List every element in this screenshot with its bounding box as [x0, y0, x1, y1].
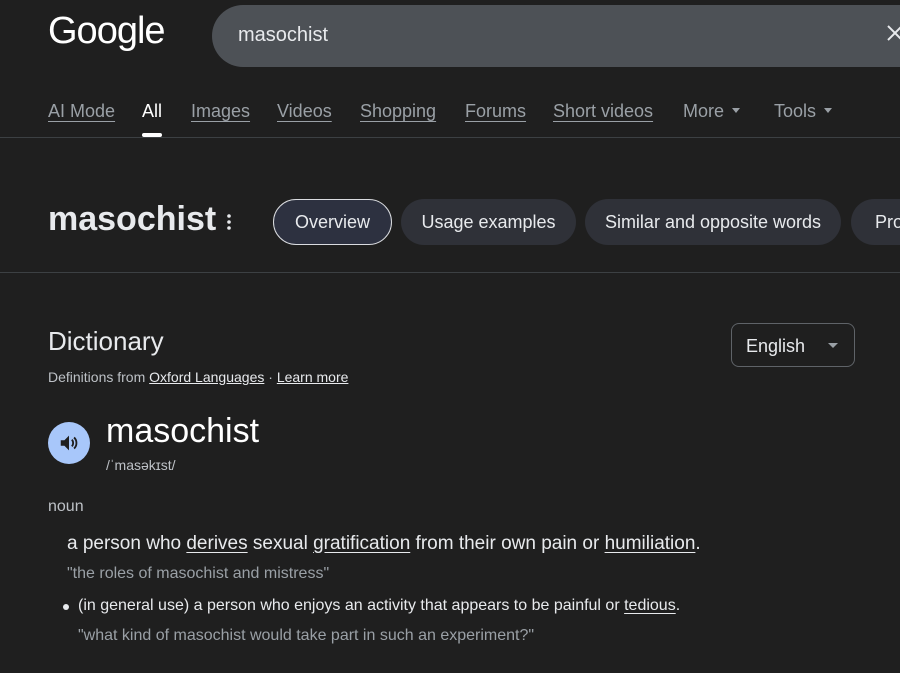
def2-text-1: (in general use) a person who enjoys an … — [78, 597, 625, 614]
tabs-divider — [0, 137, 900, 138]
close-icon[interactable] — [884, 22, 900, 44]
chip-usage-examples[interactable]: Usage examples — [401, 199, 576, 245]
dictionary-title: Dictionary — [48, 326, 164, 356]
definition-1: a person who derives sexual gratificatio… — [67, 533, 701, 555]
chip-similar-opposite[interactable]: Similar and opposite words — [585, 199, 841, 245]
def1-link-humiliation[interactable]: humiliation — [605, 533, 696, 554]
search-input[interactable]: masochist — [238, 24, 328, 47]
tab-more[interactable]: More — [683, 101, 741, 122]
dictionary-source: Definitions from Oxford Languages · Lear… — [48, 369, 348, 385]
page-title: masochist — [48, 200, 217, 238]
def1-link-derives[interactable]: derives — [186, 533, 247, 554]
def1-text-2: sexual — [247, 533, 314, 554]
tab-ai-mode[interactable]: AI Mode — [48, 101, 115, 122]
google-logo[interactable]: Google — [48, 10, 166, 53]
speaker-icon — [60, 435, 78, 451]
tab-images[interactable]: Images — [191, 101, 250, 122]
language-select-value: English — [746, 336, 806, 356]
part-of-speech: noun — [48, 498, 84, 515]
definition-2-example: "what kind of masochist would take part … — [78, 627, 535, 644]
bullet-icon — [63, 604, 69, 610]
source-separator: · — [268, 369, 273, 385]
tab-shopping[interactable]: Shopping — [360, 101, 436, 122]
definition-2: (in general use) a person who enjoys an … — [78, 597, 680, 615]
def1-text-3: from their own pain or — [410, 533, 605, 554]
def1-text-1: a person who — [67, 533, 187, 554]
section-divider — [0, 272, 900, 273]
tab-short-videos[interactable]: Short videos — [553, 101, 653, 122]
source-prefix: Definitions from — [48, 369, 146, 385]
chip-pronunciation[interactable]: Pro — [851, 199, 900, 245]
def1-text-4: . — [695, 533, 701, 554]
tab-videos[interactable]: Videos — [277, 101, 332, 122]
tab-all[interactable]: All — [142, 101, 162, 122]
pronunciation-button[interactable] — [48, 422, 90, 464]
tab-tools-label: Tools — [774, 101, 817, 121]
more-options-icon[interactable] — [222, 212, 236, 232]
chevron-down-icon — [732, 107, 741, 113]
headword: masochist — [106, 412, 260, 450]
chevron-down-icon — [824, 107, 833, 113]
chip-overview[interactable]: Overview — [273, 199, 392, 245]
learn-more-link[interactable]: Learn more — [277, 369, 349, 385]
def2-text-2: . — [675, 597, 681, 614]
definition-1-example: "the roles of masochist and mistress" — [67, 565, 330, 582]
def2-link-tedious[interactable]: tedious — [624, 597, 676, 614]
def1-link-gratification[interactable]: gratification — [313, 533, 410, 554]
chevron-down-icon — [828, 343, 838, 348]
tab-tools[interactable]: Tools — [774, 101, 833, 122]
oxford-languages-link[interactable]: Oxford Languages — [149, 369, 264, 385]
tab-more-label: More — [683, 101, 725, 121]
phonetic: /ˈmasəkɪst/ — [106, 457, 176, 473]
tab-forums[interactable]: Forums — [465, 101, 526, 122]
